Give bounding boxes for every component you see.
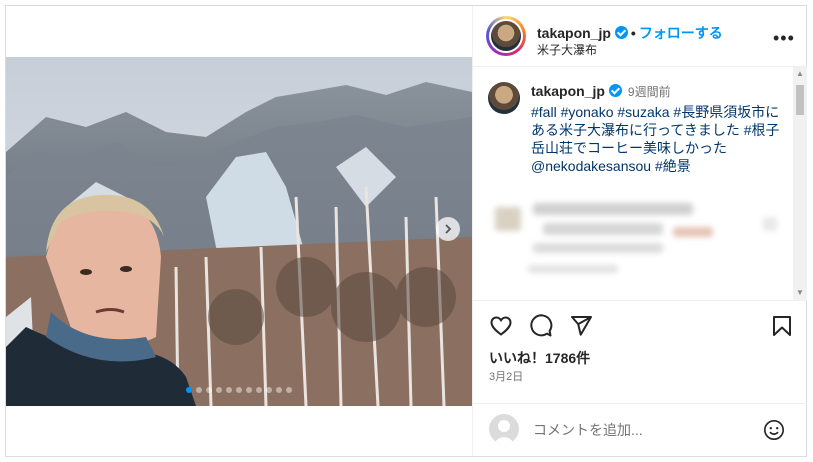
blurred-comment <box>533 203 693 215</box>
blurred-comment <box>763 217 777 231</box>
more-options-icon[interactable]: ••• <box>773 28 795 49</box>
verified-badge-icon <box>614 26 628 39</box>
carousel-dot <box>286 387 292 393</box>
blurred-comment <box>528 265 618 273</box>
carousel-dots <box>6 387 472 393</box>
blurred-comment-avatar <box>495 207 521 231</box>
blurred-comment <box>543 223 663 235</box>
bookmark-icon[interactable] <box>770 314 794 338</box>
carousel-dot <box>196 387 202 393</box>
emoji-icon[interactable] <box>763 419 785 441</box>
next-arrow-icon <box>445 224 452 234</box>
avatar <box>491 21 521 51</box>
instagram-embed: takapon_jp • フォローする 米子大瀑布 ••• takapon_jp 9週… <box>5 5 807 457</box>
caption-time: 9週間前 <box>627 85 671 99</box>
next-slide-button[interactable] <box>436 217 460 241</box>
story-avatar[interactable] <box>486 16 526 56</box>
comments-panel[interactable]: takapon_jp 9週間前 #fall #yonako #suzaka #長野… <box>473 67 807 301</box>
action-bar <box>473 306 807 346</box>
carousel-dot <box>246 387 252 393</box>
carousel-dot <box>276 387 282 393</box>
carousel-dot <box>216 387 222 393</box>
scrollbar-thumb[interactable] <box>796 85 804 115</box>
post-media <box>6 6 472 456</box>
caption-username[interactable]: takapon_jp <box>531 83 605 99</box>
carousel-dot <box>226 387 232 393</box>
location-link[interactable]: 米子大瀑布 <box>537 41 597 58</box>
carousel-dot <box>236 387 242 393</box>
post-header: takapon_jp • フォローする 米子大瀑布 ••• <box>473 6 807 67</box>
caption-avatar[interactable] <box>488 82 520 114</box>
post-photo[interactable] <box>6 57 472 406</box>
blurred-comment <box>533 243 663 253</box>
verified-badge-icon <box>608 84 622 97</box>
caption-text: #fall #yonako #suzaka #長野県須坂市にある米子大瀑布に行っ… <box>531 104 780 174</box>
user-avatar <box>489 414 519 444</box>
share-icon[interactable] <box>569 314 593 338</box>
like-count[interactable]: いいね！1786件 <box>489 348 590 368</box>
comments-scrollbar[interactable]: ▲ ▼ <box>793 67 807 300</box>
carousel-dot <box>206 387 212 393</box>
heart-icon[interactable] <box>489 314 513 338</box>
post-sidebar: takapon_jp • フォローする 米子大瀑布 ••• takapon_jp 9週… <box>472 6 807 456</box>
header-username[interactable]: takapon_jp <box>537 25 611 41</box>
default-avatar-icon <box>493 420 515 444</box>
separator: • <box>630 25 636 41</box>
add-comment-bar <box>473 403 807 459</box>
carousel-dot <box>186 387 192 393</box>
comment-input[interactable] <box>531 414 755 446</box>
comment-icon[interactable] <box>529 314 553 338</box>
blurred-comment <box>673 227 713 237</box>
post-date[interactable]: 3月2日 <box>489 368 523 384</box>
carousel-dot <box>266 387 272 393</box>
follow-button[interactable]: フォローする <box>639 25 723 41</box>
mountain-selfie-image <box>6 57 472 406</box>
carousel-dot <box>256 387 262 393</box>
